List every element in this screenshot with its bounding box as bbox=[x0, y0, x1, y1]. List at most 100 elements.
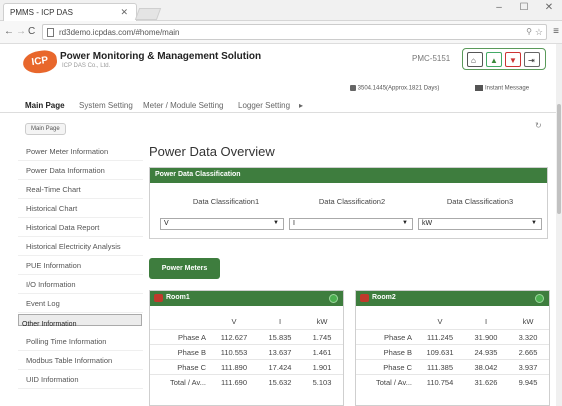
column-header: I bbox=[484, 317, 488, 326]
power-meters-button[interactable]: Power Meters bbox=[149, 258, 220, 279]
table-cell: 9.945 bbox=[518, 378, 538, 387]
sidebar-item-polling-time-information[interactable]: Polling Time Information bbox=[18, 333, 143, 351]
column-header: V bbox=[231, 317, 237, 326]
table-cell: 111.245 bbox=[427, 333, 453, 342]
home-icon[interactable]: ⌂ bbox=[467, 52, 483, 67]
table-cell: 3.937 bbox=[518, 363, 538, 372]
bookmark-star-icon[interactable]: ☆ bbox=[535, 27, 543, 38]
chevron-down-icon: ▼ bbox=[531, 220, 537, 226]
forward-icon[interactable]: → bbox=[16, 26, 26, 37]
model-name: PMC-5151 bbox=[412, 54, 451, 63]
table-row: Total / Av... 111.690 15.632 5.103 bbox=[150, 374, 343, 389]
column-header: V bbox=[437, 317, 443, 326]
page-scrollbar[interactable] bbox=[556, 44, 562, 406]
new-tab-button[interactable] bbox=[134, 8, 162, 20]
sidebar-item-power-meter-information[interactable]: Power Meter Information bbox=[18, 143, 143, 161]
meter-table: V I kW Phase A 111.245 31.900 3.320 Phas… bbox=[356, 314, 549, 389]
upload-icon[interactable]: ▲ bbox=[486, 52, 502, 67]
table-cell: 111.890 bbox=[221, 363, 247, 372]
table-cell: 5.103 bbox=[312, 378, 332, 387]
breadcrumb[interactable]: Main Page bbox=[25, 123, 66, 135]
table-cell: 31.900 bbox=[474, 333, 498, 342]
sidebar-item-historical-data-report[interactable]: Historical Data Report bbox=[18, 219, 143, 237]
classification3-select[interactable]: kW ▼ bbox=[418, 218, 542, 230]
sidebar-item-modbus-table-information[interactable]: Modbus Table Information bbox=[18, 352, 143, 370]
sidebar-item-historical-electricity-analysis[interactable]: Historical Electricity Analysis bbox=[18, 238, 143, 256]
page-title: Power Data Overview bbox=[149, 144, 275, 159]
column-header: kW bbox=[522, 317, 534, 326]
nav-system-setting[interactable]: System Setting bbox=[79, 101, 133, 110]
table-cell: 112.627 bbox=[220, 333, 248, 342]
row-label: Phase A bbox=[384, 333, 412, 342]
table-cell: 1.901 bbox=[312, 363, 332, 372]
browser-menu-icon[interactable]: ≡ bbox=[553, 26, 559, 37]
status-info: 3504.1445(Approx.1821 Days) bbox=[350, 85, 439, 92]
meter-name: Room1 bbox=[166, 294, 190, 301]
nav-main-page[interactable]: Main Page bbox=[25, 101, 65, 110]
instant-message-label: Instant Message bbox=[485, 85, 530, 92]
classification-header: Power Data Classification bbox=[150, 168, 547, 183]
table-header-row: V I kW bbox=[356, 314, 549, 329]
column-header: I bbox=[278, 317, 282, 326]
classification3-label: Data Classification3 bbox=[446, 197, 514, 206]
status-indicator-icon bbox=[329, 294, 338, 303]
table-cell: 2.665 bbox=[518, 348, 538, 357]
classification2-select[interactable]: I ▼ bbox=[289, 218, 413, 230]
meter-table: V I kW Phase A 112.627 15.835 1.745 Phas… bbox=[150, 314, 343, 389]
logout-icon[interactable]: ⇥ bbox=[524, 52, 540, 67]
address-bar: ← → C rd3demo.icpdas.com/#home/main ⚲ ☆ … bbox=[0, 21, 562, 44]
table-cell: 15.835 bbox=[268, 333, 292, 342]
meter-card-header: Room1 bbox=[150, 291, 343, 306]
sidebar-item-other-information[interactable]: Other Information bbox=[18, 314, 142, 328]
back-icon[interactable]: ← bbox=[4, 26, 14, 37]
row-label: Total / Av... bbox=[376, 378, 412, 387]
status-text: 3504.1445(Approx.1821 Days) bbox=[357, 85, 440, 92]
classification1-select[interactable]: V ▼ bbox=[160, 218, 284, 230]
app-title: Power Monitoring & Management Solution bbox=[60, 51, 262, 62]
header-toolbar: ⌂ ▲ ▼ ⇥ bbox=[462, 48, 546, 70]
table-cell: 13.637 bbox=[268, 348, 292, 357]
url-text: rd3demo.icpdas.com/#home/main bbox=[59, 28, 180, 37]
maximize-icon[interactable]: ☐ bbox=[513, 2, 535, 16]
nav-logger-setting[interactable]: Logger Setting bbox=[238, 101, 290, 110]
sidebar-item-historical-chart[interactable]: Historical Chart bbox=[18, 200, 143, 218]
nav-more-icon[interactable]: ▸ bbox=[299, 101, 303, 110]
browser-tab[interactable]: PMMS - ICP DAS ✕ bbox=[3, 3, 137, 21]
sidebar-item-io-information[interactable]: I/O Information bbox=[18, 276, 143, 294]
breadcrumb-bar: Main Page ↻ bbox=[0, 114, 556, 138]
url-input[interactable]: rd3demo.icpdas.com/#home/main ⚲ ☆ bbox=[42, 24, 547, 40]
instant-message-link[interactable]: Instant Message bbox=[475, 85, 529, 92]
scrollbar-thumb[interactable] bbox=[557, 104, 561, 214]
meter-card-header: Room2 bbox=[356, 291, 549, 306]
sidebar-item-event-log[interactable]: Event Log bbox=[18, 295, 143, 313]
chevron-down-icon: ▼ bbox=[273, 220, 279, 226]
message-icon bbox=[475, 85, 483, 91]
meter-card-room2: Room2 V I kW Phase A 111.245 31.900 3.32… bbox=[355, 290, 550, 406]
refresh-icon[interactable]: ↻ bbox=[535, 121, 542, 130]
sidebar: Power Meter Information Power Data Infor… bbox=[18, 139, 143, 406]
nav-meter-module-setting[interactable]: Meter / Module Setting bbox=[143, 101, 223, 110]
table-cell: 110.553 bbox=[220, 348, 248, 357]
reload-icon[interactable]: C bbox=[28, 26, 35, 37]
table-cell: 15.632 bbox=[268, 378, 292, 387]
table-row: Phase A 112.627 15.835 1.745 bbox=[150, 329, 343, 344]
table-row: Total / Av... 110.754 31.626 9.945 bbox=[356, 374, 549, 389]
tab-title: PMMS - ICP DAS bbox=[10, 8, 73, 17]
sidebar-item-real-time-chart[interactable]: Real-Time Chart bbox=[18, 181, 143, 199]
download-icon[interactable]: ▼ bbox=[505, 52, 521, 67]
table-cell: 110.754 bbox=[426, 378, 454, 387]
sidebar-item-uid-information[interactable]: UID Information bbox=[18, 371, 143, 389]
table-row: Phase A 111.245 31.900 3.320 bbox=[356, 329, 549, 344]
row-label: Phase C bbox=[383, 363, 412, 372]
sidebar-item-power-data-information[interactable]: Power Data Information bbox=[18, 162, 143, 180]
row-label: Phase B bbox=[177, 348, 206, 357]
table-cell: 1.461 bbox=[312, 348, 332, 357]
sidebar-item-pue-information[interactable]: PUE Information bbox=[18, 257, 143, 275]
close-window-icon[interactable]: ✕ bbox=[538, 2, 560, 16]
zoom-icon[interactable]: ⚲ bbox=[526, 27, 532, 36]
close-tab-icon[interactable]: ✕ bbox=[120, 7, 128, 18]
minimize-icon[interactable]: – bbox=[488, 2, 510, 16]
table-cell: 38.042 bbox=[474, 363, 498, 372]
classification2-value: I bbox=[293, 220, 295, 227]
table-row: Phase B 109.631 24.935 2.665 bbox=[356, 344, 549, 359]
